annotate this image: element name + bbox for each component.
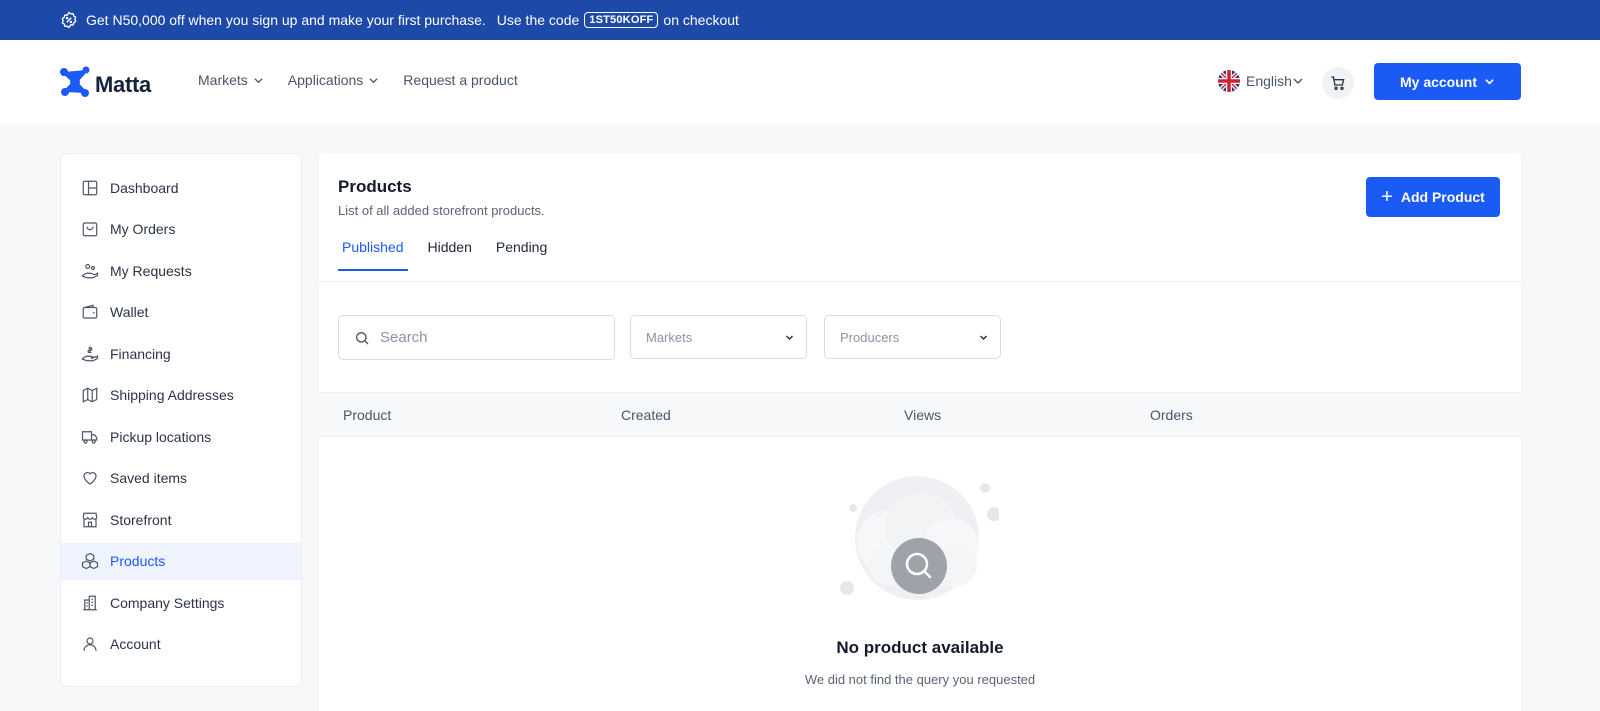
chevron-down-icon	[254, 77, 263, 83]
sidebar-item-wallet[interactable]: Wallet	[61, 294, 301, 331]
user-icon	[81, 635, 99, 653]
tab-pending[interactable]: Pending	[492, 239, 551, 271]
sidebar-item-label: Wallet	[110, 304, 149, 320]
column-orders[interactable]: Orders	[1150, 407, 1193, 423]
add-product-button[interactable]: + Add Product	[1366, 177, 1500, 217]
products-panel: Products List of all added storefront pr…	[319, 153, 1521, 711]
sidebar-item-saved-items[interactable]: Saved items	[61, 460, 301, 497]
sidebar-item-financing[interactable]: Financing	[61, 335, 301, 372]
top-header: Matta Markets Applications Request a pro…	[0, 40, 1600, 124]
column-product[interactable]: Product	[343, 407, 391, 423]
heart-icon	[81, 469, 99, 487]
language-label: English	[1246, 73, 1292, 89]
my-account-button[interactable]: My account	[1374, 63, 1521, 100]
language-selector[interactable]: English	[1218, 70, 1304, 92]
page-subtitle: List of all added storefront products.	[338, 203, 545, 218]
sidebar-item-my-requests[interactable]: My Requests	[61, 252, 301, 289]
sidebar-item-shipping-addresses[interactable]: Shipping Addresses	[61, 377, 301, 414]
financing-icon	[81, 345, 99, 363]
page-title: Products	[338, 177, 412, 196]
logo-icon	[59, 66, 91, 103]
main-nav: Markets Applications Request a product	[198, 72, 542, 88]
promo-banner: Get N50,000 off when you sign up and mak…	[0, 0, 1600, 40]
uk-flag-icon	[1218, 70, 1240, 92]
sidebar-item-label: My Orders	[110, 221, 176, 237]
sidebar-item-label: Dashboard	[110, 179, 179, 196]
sidebar-item-label: Account	[110, 636, 161, 652]
sidebar: Dashboard My Orders My Requests Wallet Finan…	[60, 153, 302, 687]
column-created[interactable]: Created	[621, 407, 671, 423]
discount-badge-icon	[60, 11, 78, 29]
table-header: Product Created Views Orders	[319, 392, 1521, 437]
cart-icon	[1331, 76, 1345, 90]
empty-state-illustration	[839, 476, 1001, 616]
sidebar-item-storefront[interactable]: Storefront	[61, 501, 301, 538]
wallet-icon	[81, 303, 99, 321]
nav-applications-label: Applications	[287, 72, 364, 88]
producers-filter[interactable]: Producers	[824, 315, 1001, 359]
nav-markets[interactable]: Markets	[198, 72, 264, 88]
search-placeholder: Search	[380, 329, 428, 346]
promo-after-text: on checkout	[663, 12, 739, 28]
sidebar-item-label: Company Settings	[110, 594, 225, 611]
my-account-label: My account	[1399, 73, 1477, 90]
request-icon	[81, 262, 99, 280]
product-tabs: Published Hidden Pending	[338, 239, 567, 271]
cart-button[interactable]	[1322, 67, 1354, 99]
nav-markets-label: Markets	[198, 72, 248, 88]
sidebar-item-label: My Requests	[110, 262, 192, 279]
sidebar-item-pickup-locations[interactable]: Pickup locations	[61, 418, 301, 455]
nav-request-product-label: Request a product	[403, 72, 518, 88]
logo[interactable]: Matta	[59, 66, 151, 103]
sidebar-item-label: Shipping Addresses	[110, 387, 234, 403]
truck-icon	[81, 428, 99, 446]
sidebar-item-label: Saved items	[110, 470, 188, 486]
sidebar-item-products[interactable]: Products	[61, 542, 301, 580]
plus-icon: +	[1381, 186, 1393, 208]
building-icon	[81, 594, 99, 612]
tab-published[interactable]: Published	[338, 239, 408, 271]
chevron-down-icon	[369, 77, 378, 83]
nav-applications[interactable]: Applications	[288, 72, 380, 88]
promo-code: 1ST50KOFF	[584, 12, 659, 28]
dashboard-icon	[81, 179, 99, 197]
column-views[interactable]: Views	[904, 407, 941, 423]
search-input[interactable]: Search	[338, 315, 615, 360]
add-product-label: Add Product	[1400, 189, 1485, 205]
logo-text: Matta	[95, 71, 151, 97]
markets-filter-label: Markets	[646, 329, 693, 345]
markets-filter[interactable]: Markets	[630, 315, 807, 359]
promo-text: Get N50,000 off when you sign up and mak…	[86, 12, 486, 28]
chevron-down-icon	[785, 334, 794, 340]
producers-filter-label: Producers	[840, 329, 900, 345]
sidebar-item-label: Financing	[110, 345, 171, 362]
sidebar-item-label: Storefront	[110, 511, 172, 528]
empty-state-subtitle: We did not find the query you requested	[804, 672, 1036, 687]
empty-state-title: No product available	[836, 638, 1004, 657]
storefront-icon	[81, 511, 99, 529]
promo-use-text: Use the code	[496, 12, 580, 28]
chevron-down-icon	[1485, 79, 1494, 85]
sidebar-item-label: Products	[110, 553, 166, 569]
chevron-down-icon	[979, 334, 988, 340]
sidebar-item-my-orders[interactable]: My Orders	[61, 211, 301, 248]
sidebar-item-account[interactable]: Account	[61, 626, 301, 663]
tabs-divider	[319, 281, 1521, 282]
sidebar-item-company-settings[interactable]: Company Settings	[61, 584, 301, 621]
sidebar-item-label: Pickup locations	[110, 428, 212, 445]
boxes-icon	[81, 552, 99, 570]
chevron-down-icon	[1293, 78, 1303, 84]
nav-request-product[interactable]: Request a product	[403, 72, 517, 88]
tab-hidden[interactable]: Hidden	[424, 239, 476, 271]
map-icon	[81, 386, 99, 404]
search-icon	[356, 331, 369, 344]
sidebar-item-dashboard[interactable]: Dashboard	[61, 169, 301, 206]
bag-icon	[81, 220, 99, 238]
